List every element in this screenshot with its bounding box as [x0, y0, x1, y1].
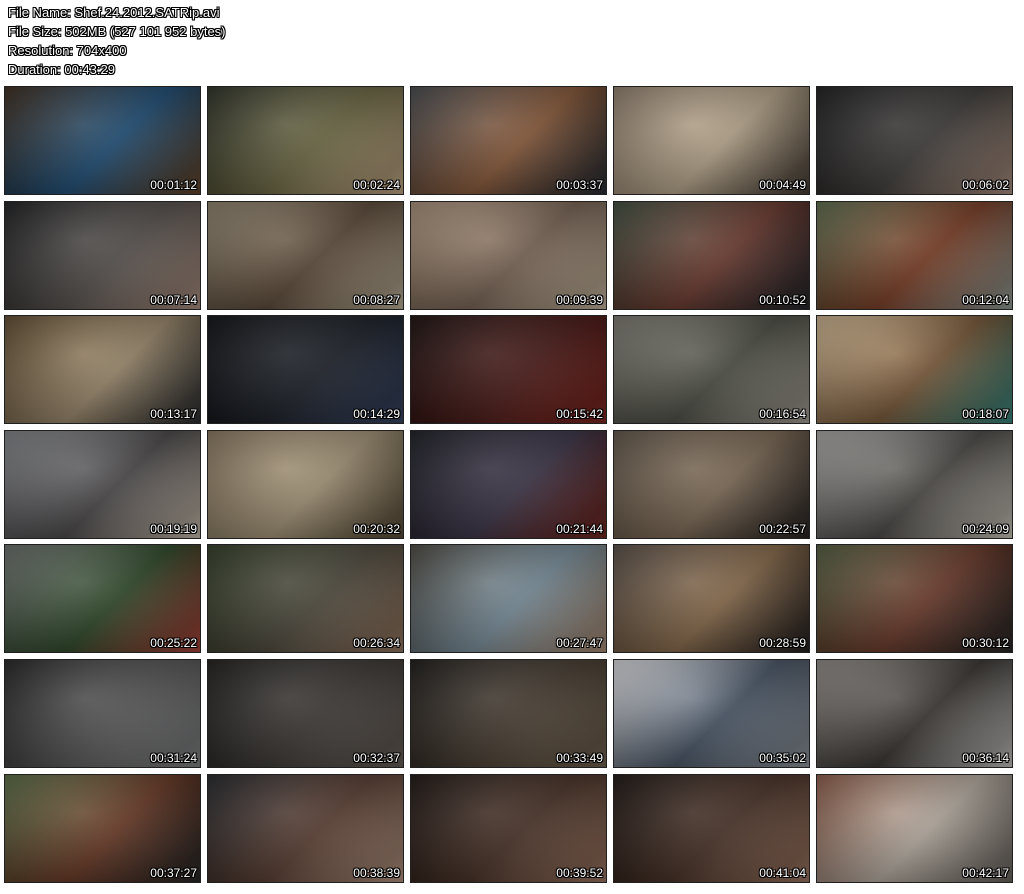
thumbnail-timestamp: 00:18:07 — [962, 407, 1009, 422]
thumbnail-timestamp: 00:21:44 — [556, 521, 603, 536]
thumbnail-timestamp: 00:22:57 — [759, 521, 806, 536]
video-thumbnail[interactable]: 00:27:47 — [410, 544, 607, 654]
video-thumbnail[interactable]: 00:42:17 — [816, 773, 1013, 883]
video-thumbnail[interactable]: 00:33:49 — [410, 658, 607, 768]
video-thumbnail[interactable]: 00:36:14 — [816, 658, 1013, 768]
thumbnail-timestamp: 00:41:04 — [759, 865, 806, 880]
video-thumbnail[interactable]: 00:04:49 — [613, 86, 810, 195]
video-thumbnail[interactable]: 00:02:24 — [207, 86, 404, 195]
duration-text: Duration: 00:43:29 — [8, 62, 115, 77]
thumbnail-timestamp: 00:20:32 — [353, 521, 400, 536]
thumbnail-timestamp: 00:12:04 — [962, 292, 1009, 307]
thumbnail-timestamp: 00:04:49 — [759, 178, 806, 192]
video-thumbnail[interactable]: 00:41:04 — [613, 773, 810, 883]
video-thumbnail[interactable]: 00:06:02 — [816, 86, 1013, 195]
video-thumbnail[interactable]: 00:22:57 — [613, 429, 810, 539]
thumbnail-timestamp: 00:26:34 — [353, 636, 400, 651]
video-thumbnail[interactable]: 00:12:04 — [816, 200, 1013, 310]
thumbnail-timestamp: 00:24:09 — [962, 521, 1009, 536]
thumbnail-timestamp: 00:39:52 — [556, 865, 603, 880]
video-thumbnail[interactable]: 00:39:52 — [410, 773, 607, 883]
thumbnail-timestamp: 00:10:52 — [759, 292, 806, 307]
video-thumbnail[interactable]: 00:24:09 — [816, 429, 1013, 539]
video-thumbnail[interactable]: 00:09:39 — [410, 200, 607, 310]
video-thumbnail[interactable]: 00:21:44 — [410, 429, 607, 539]
file-size-text: File Size: 502MB (527 101 952 bytes) — [8, 24, 226, 39]
thumbnail-timestamp: 00:32:37 — [353, 750, 400, 765]
thumbnail-timestamp: 00:27:47 — [556, 636, 603, 651]
video-thumbnail[interactable]: 00:30:12 — [816, 544, 1013, 654]
video-thumbnail[interactable]: 00:08:27 — [207, 200, 404, 310]
thumbnail-timestamp: 00:38:39 — [353, 865, 400, 880]
thumbnail-timestamp: 00:03:37 — [556, 178, 603, 192]
thumbnail-timestamp: 00:30:12 — [962, 636, 1009, 651]
thumbnail-grid: 00:01:12 00:02:24 00:03:37 00:04:49 00:06:02… — [4, 86, 1013, 883]
file-info-header: File Name: Shef.24.2012.SATRip.avi File … — [8, 3, 226, 79]
thumbnail-timestamp: 00:15:42 — [556, 407, 603, 422]
thumbnail-timestamp: 00:19:19 — [150, 521, 197, 536]
video-thumbnail[interactable]: 00:01:12 — [4, 86, 201, 195]
thumbnail-timestamp: 00:06:02 — [962, 178, 1009, 192]
thumbnail-timestamp: 00:08:27 — [353, 292, 400, 307]
thumbnail-timestamp: 00:33:49 — [556, 750, 603, 765]
video-thumbnail[interactable]: 00:26:34 — [207, 544, 404, 654]
video-thumbnail[interactable]: 00:10:52 — [613, 200, 810, 310]
thumbnail-timestamp: 00:14:29 — [353, 407, 400, 422]
thumbnail-timestamp: 00:28:59 — [759, 636, 806, 651]
video-thumbnail[interactable]: 00:31:24 — [4, 658, 201, 768]
file-name-text: File Name: Shef.24.2012.SATRip.avi — [8, 5, 220, 20]
video-thumbnail[interactable]: 00:19:19 — [4, 429, 201, 539]
video-thumbnail[interactable]: 00:16:54 — [613, 315, 810, 425]
thumbnail-timestamp: 00:01:12 — [150, 178, 197, 192]
thumbnail-timestamp: 00:35:02 — [759, 750, 806, 765]
resolution-text: Resolution: 704x400 — [8, 43, 127, 58]
thumbnail-timestamp: 00:02:24 — [353, 178, 400, 192]
video-thumbnail[interactable]: 00:18:07 — [816, 315, 1013, 425]
video-thumbnail[interactable]: 00:14:29 — [207, 315, 404, 425]
video-thumbnail[interactable]: 00:25:22 — [4, 544, 201, 654]
video-thumbnail[interactable]: 00:37:27 — [4, 773, 201, 883]
video-thumbnail[interactable]: 00:32:37 — [207, 658, 404, 768]
thumbnail-timestamp: 00:13:17 — [150, 407, 197, 422]
thumbnail-timestamp: 00:37:27 — [150, 865, 197, 880]
thumbnail-timestamp: 00:07:14 — [150, 292, 197, 307]
video-thumbnail[interactable]: 00:13:17 — [4, 315, 201, 425]
video-thumbnail[interactable]: 00:07:14 — [4, 200, 201, 310]
thumbnail-timestamp: 00:25:22 — [150, 636, 197, 651]
thumbnail-timestamp: 00:09:39 — [556, 292, 603, 307]
video-thumbnail[interactable]: 00:15:42 — [410, 315, 607, 425]
thumbnail-timestamp: 00:42:17 — [962, 865, 1009, 880]
video-thumbnail[interactable]: 00:38:39 — [207, 773, 404, 883]
video-thumbnail[interactable]: 00:35:02 — [613, 658, 810, 768]
thumbnail-timestamp: 00:36:14 — [962, 750, 1009, 765]
thumbnail-timestamp: 00:16:54 — [759, 407, 806, 422]
thumbnail-timestamp: 00:31:24 — [150, 750, 197, 765]
video-thumbnail[interactable]: 00:20:32 — [207, 429, 404, 539]
video-thumbnail[interactable]: 00:28:59 — [613, 544, 810, 654]
video-thumbnail[interactable]: 00:03:37 — [410, 86, 607, 195]
